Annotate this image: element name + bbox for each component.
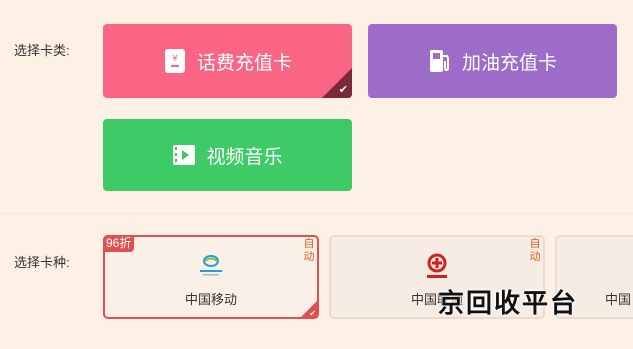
discount-badge: 96折 <box>103 235 135 252</box>
china-unicom-logo <box>422 253 452 279</box>
card-type-fuel-recharge[interactable]: 加油充值卡 <box>368 24 617 98</box>
watermark-text: 京回收平台 <box>438 289 579 319</box>
section-divider <box>0 213 633 214</box>
china-mobile-logo <box>196 253 226 279</box>
carrier-name: 中国 <box>605 292 632 307</box>
fuel-pump-icon <box>428 48 452 74</box>
card-type-label: 选择卡类: <box>14 43 70 58</box>
carrier-china-mobile[interactable]: 96折 自动 中国移动 ✔ <box>103 235 319 319</box>
auto-tag: 自动 <box>529 238 541 263</box>
svg-text:¥: ¥ <box>172 54 178 64</box>
carrier-label: 选择卡种: <box>14 255 70 270</box>
carrier-name: 中国移动 <box>184 292 237 307</box>
video-icon <box>172 142 196 168</box>
card-type-label-text: 加油充值卡 <box>461 52 557 74</box>
selected-check-icon: ✔ <box>322 68 352 98</box>
card-type-label-text: 话费充值卡 <box>196 52 292 74</box>
selected-check-icon: ✔ <box>300 300 318 318</box>
card-type-phone-recharge[interactable]: ¥ 话费充值卡 ✔ <box>103 24 352 98</box>
phone-card-icon: ¥ <box>163 48 187 74</box>
auto-tag: 自动 <box>303 238 315 263</box>
card-type-label-text: 视频音乐 <box>206 146 283 168</box>
card-type-video-music[interactable]: 视频音乐 <box>103 119 352 191</box>
